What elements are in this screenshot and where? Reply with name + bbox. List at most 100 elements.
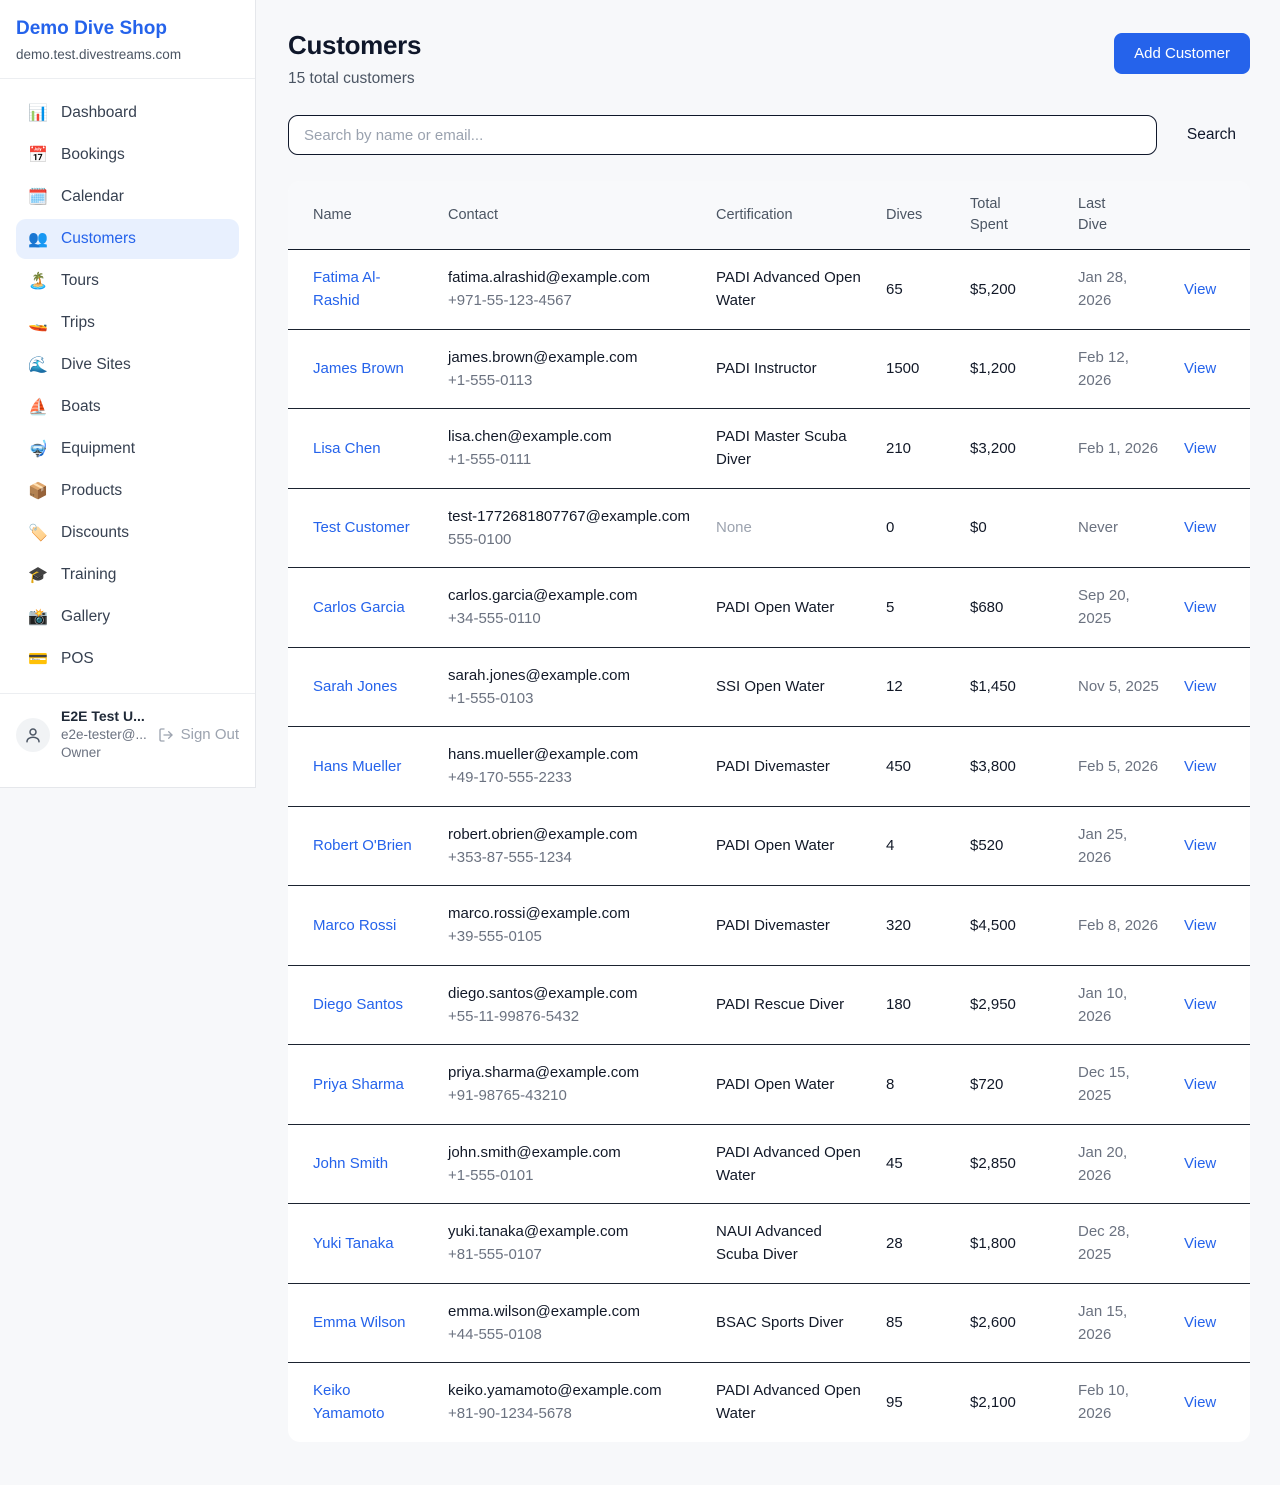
sign-out-button[interactable]: Sign Out <box>158 726 239 743</box>
total-spent-cell: $2,850 <box>958 1124 1066 1204</box>
customer-name-link[interactable]: Robert O'Brien <box>313 837 412 854</box>
contact-cell: marco.rossi@example.com+39-555-0105 <box>436 886 704 966</box>
contact-cell: diego.santos@example.com+55-11-99876-543… <box>436 965 704 1045</box>
customer-name-link[interactable]: Diego Santos <box>313 996 403 1013</box>
last-dive-cell: Nov 5, 2025 <box>1066 647 1172 727</box>
sidebar-item-bookings[interactable]: 📅Bookings <box>16 135 239 175</box>
contact-cell: hans.mueller@example.com+49-170-555-2233 <box>436 727 704 807</box>
table-row: Diego Santos diego.santos@example.com+55-… <box>288 965 1250 1045</box>
customer-name-link[interactable]: Keiko Yamamoto <box>313 1382 384 1422</box>
customer-name-link[interactable]: Hans Mueller <box>313 758 401 775</box>
customer-name-link[interactable]: Fatima Al-Rashid <box>313 269 381 309</box>
sidebar-item-training[interactable]: 🎓Training <box>16 555 239 595</box>
customer-name-link[interactable]: Test Customer <box>313 519 410 536</box>
column-header-lastdive: Last Dive <box>1066 181 1172 250</box>
view-link[interactable]: View <box>1184 758 1216 775</box>
view-link[interactable]: View <box>1184 1394 1216 1411</box>
dives-cell: 4 <box>874 806 958 886</box>
last-dive-cell: Dec 28, 2025 <box>1066 1204 1172 1284</box>
customer-name-link[interactable]: John Smith <box>313 1155 388 1172</box>
view-cell: View <box>1172 1045 1250 1125</box>
customer-email: james.brown@example.com <box>448 346 692 369</box>
view-link[interactable]: View <box>1184 996 1216 1013</box>
search-input[interactable] <box>288 115 1157 155</box>
sidebar-nav: 📊Dashboard📅Bookings🗓️Calendar👥Customers🏝… <box>0 79 255 693</box>
view-link[interactable]: View <box>1184 917 1216 934</box>
customer-name-cell: Robert O'Brien <box>288 806 436 886</box>
sidebar-item-customers[interactable]: 👥Customers <box>16 219 239 259</box>
sidebar-item-label: Trips <box>61 314 95 332</box>
view-link[interactable]: View <box>1184 1314 1216 1331</box>
last-dive-cell: Jan 20, 2026 <box>1066 1124 1172 1204</box>
page-header-text: Customers 15 total customers <box>288 30 421 88</box>
sidebar-item-pos[interactable]: 💳POS <box>16 639 239 679</box>
page-header: Customers 15 total customers Add Custome… <box>288 30 1250 88</box>
view-cell: View <box>1172 409 1250 489</box>
total-spent-cell: $680 <box>958 568 1066 648</box>
customer-name-cell: Hans Mueller <box>288 727 436 807</box>
add-customer-button[interactable]: Add Customer <box>1114 33 1250 74</box>
customer-name-link[interactable]: James Brown <box>313 360 404 377</box>
view-link[interactable]: View <box>1184 440 1216 457</box>
customer-phone: +1-555-0101 <box>448 1164 692 1187</box>
user-name: E2E Test U... <box>61 708 147 724</box>
customer-name-link[interactable]: Marco Rossi <box>313 917 396 934</box>
customer-name-cell: Diego Santos <box>288 965 436 1045</box>
search-button[interactable]: Search <box>1173 118 1250 152</box>
customer-name-link[interactable]: Carlos Garcia <box>313 599 405 616</box>
view-link[interactable]: View <box>1184 837 1216 854</box>
view-link[interactable]: View <box>1184 1076 1216 1093</box>
customer-name-cell: Priya Sharma <box>288 1045 436 1125</box>
sidebar-item-gallery[interactable]: 📸Gallery <box>16 597 239 637</box>
view-link[interactable]: View <box>1184 1155 1216 1172</box>
customer-phone: +81-90-1234-5678 <box>448 1402 692 1425</box>
customer-name-cell: Lisa Chen <box>288 409 436 489</box>
contact-cell: robert.obrien@example.com+353-87-555-123… <box>436 806 704 886</box>
view-link[interactable]: View <box>1184 599 1216 616</box>
customer-phone: +55-11-99876-5432 <box>448 1005 692 1028</box>
total-spent-cell: $0 <box>958 488 1066 568</box>
sidebar-item-dive-sites[interactable]: 🌊Dive Sites <box>16 345 239 385</box>
customer-name-link[interactable]: Yuki Tanaka <box>313 1235 394 1252</box>
total-spent-cell: $1,800 <box>958 1204 1066 1284</box>
sidebar-header: Demo Dive Shop demo.test.divestreams.com <box>0 0 255 79</box>
discounts-tag-icon: 🏷️ <box>28 523 48 543</box>
customer-phone: +971-55-123-4567 <box>448 289 692 312</box>
view-link[interactable]: View <box>1184 519 1216 536</box>
certification-cell: PADI Master Scuba Diver <box>704 409 874 489</box>
sidebar-item-tours[interactable]: 🏝️Tours <box>16 261 239 301</box>
sidebar-user-footer: E2E Test U... e2e-tester@... Owner Sign … <box>0 693 255 787</box>
customer-name-link[interactable]: Sarah Jones <box>313 678 397 695</box>
last-dive-cell: Jan 10, 2026 <box>1066 965 1172 1045</box>
customer-name-cell: Fatima Al-Rashid <box>288 250 436 330</box>
sidebar-item-equipment[interactable]: 🤿Equipment <box>16 429 239 469</box>
view-cell: View <box>1172 965 1250 1045</box>
sidebar-item-discounts[interactable]: 🏷️ Discounts <box>16 513 239 553</box>
total-spent-cell: $5,200 <box>958 250 1066 330</box>
customer-name-link[interactable]: Priya Sharma <box>313 1076 404 1093</box>
customers-people-icon: 👥 <box>28 229 48 249</box>
view-link[interactable]: View <box>1184 360 1216 377</box>
customer-name-link[interactable]: Emma Wilson <box>313 1314 406 1331</box>
certification-cell: NAUI Advanced Scuba Diver <box>704 1204 874 1284</box>
table-row: Keiko Yamamotokeiko.yamamoto@example.com… <box>288 1363 1250 1442</box>
sidebar-item-label: Gallery <box>61 608 110 626</box>
table-row: John Smith john.smith@example.com+1-555-0… <box>288 1124 1250 1204</box>
view-link[interactable]: View <box>1184 281 1216 298</box>
sidebar-item-label: Discounts <box>61 524 129 542</box>
certification-cell: PADI Advanced Open Water <box>704 250 874 330</box>
view-link[interactable]: View <box>1184 678 1216 695</box>
certification-cell: SSI Open Water <box>704 647 874 727</box>
view-cell: View <box>1172 886 1250 966</box>
customer-email: john.smith@example.com <box>448 1141 692 1164</box>
sidebar-item-calendar[interactable]: 🗓️Calendar <box>16 177 239 217</box>
view-link[interactable]: View <box>1184 1235 1216 1252</box>
total-spent-cell: $2,100 <box>958 1363 1066 1442</box>
sidebar-item-products[interactable]: 📦Products <box>16 471 239 511</box>
customer-name-link[interactable]: Lisa Chen <box>313 440 381 457</box>
sidebar-item-trips[interactable]: 🚤Trips <box>16 303 239 343</box>
sidebar-item-dashboard[interactable]: 📊Dashboard <box>16 93 239 133</box>
view-cell: View <box>1172 250 1250 330</box>
sidebar-item-boats[interactable]: ⛵Boats <box>16 387 239 427</box>
total-spent-cell: $520 <box>958 806 1066 886</box>
